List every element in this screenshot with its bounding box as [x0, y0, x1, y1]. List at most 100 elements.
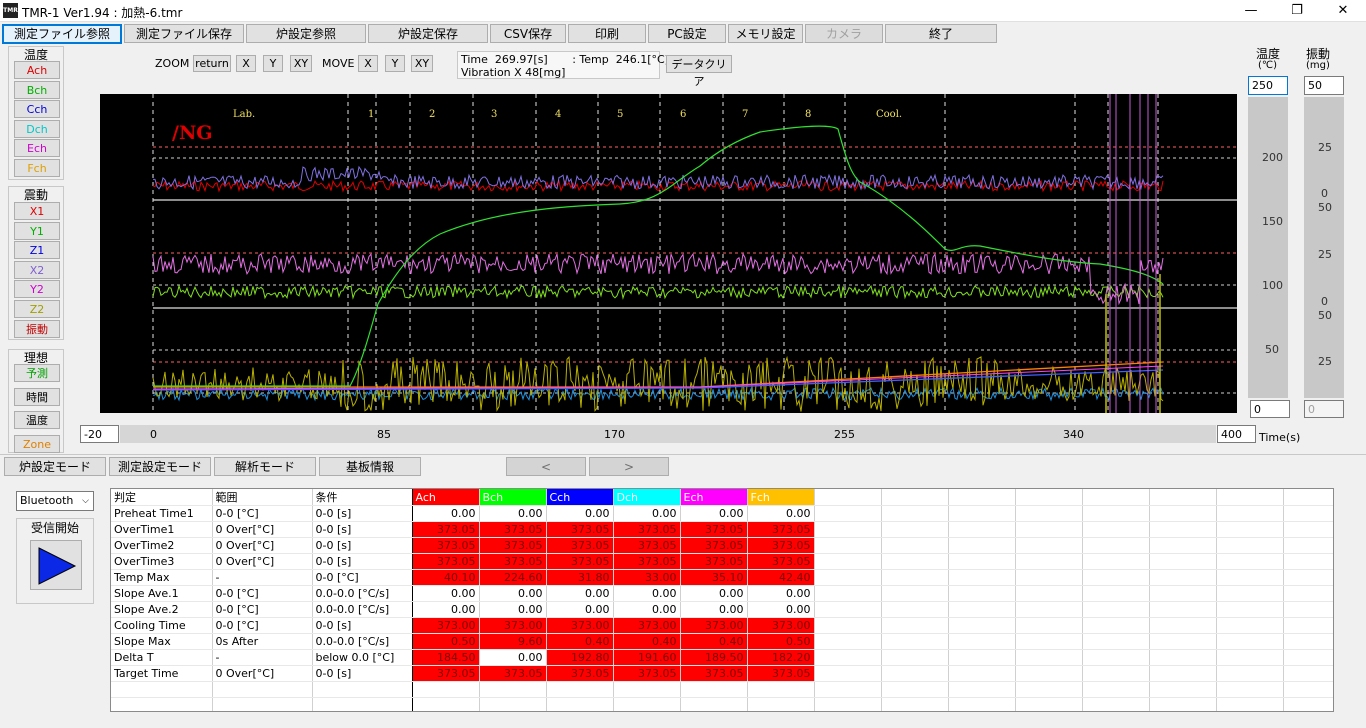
receive-start-button[interactable]	[30, 540, 82, 590]
vib-channel-z1-button[interactable]: Z1	[14, 241, 60, 260]
vib-channel-z2-button[interactable]: Z2	[14, 300, 60, 318]
vib-channel-振動-button[interactable]: 振動	[14, 319, 60, 338]
value-cell: 373.00	[747, 617, 815, 634]
table-row[interactable]: OverTime3 0 Over[°C] 0-0 [s] 373.05 373.05 37…	[111, 553, 1333, 570]
exit-button[interactable]: 終了	[885, 24, 997, 43]
value-cell: 0.40	[546, 633, 614, 650]
memory-settings-button[interactable]: メモリ設定	[728, 24, 803, 43]
vib-tick: 25	[1318, 141, 1332, 154]
empty-cell	[1082, 649, 1150, 666]
cursor-readout: Time 269.97[s] : Temp 246.1[°C] Vibratio…	[457, 51, 669, 79]
zone-label: Lab.	[233, 109, 256, 120]
results-table[interactable]: 判定 範囲 条件 Ach Bch Cch Dch Ech Fch Preheat Time1 0-…	[110, 488, 1334, 712]
temp-channel-cch-button[interactable]: Cch	[14, 100, 60, 119]
value-cell: 33.00	[613, 569, 681, 586]
ideal-予測-button[interactable]: 予測	[14, 364, 60, 382]
maximize-button[interactable]: ❐	[1274, 0, 1320, 22]
tab-board-info[interactable]: 基板情報	[319, 457, 421, 476]
value-cell: 0.00	[412, 601, 480, 618]
pc-settings-button[interactable]: PC設定	[648, 24, 726, 43]
next-page-button[interactable]: >	[589, 457, 669, 476]
vib-channel-x1-button[interactable]: X1	[14, 202, 60, 220]
empty-cell	[948, 617, 1016, 634]
vibration-trace-x2	[153, 165, 1164, 191]
zoom-y-button[interactable]: Y	[263, 55, 283, 72]
value-cell: 373.05	[546, 553, 614, 570]
x-min-input[interactable]: -20	[80, 425, 119, 443]
vib-tick: 50	[1318, 201, 1332, 214]
ideal-時間-button[interactable]: 時間	[14, 387, 60, 406]
row-cond: 0-0 [s]	[312, 617, 413, 634]
table-row[interactable]: Delta T - below 0.0 [°C] 184.50 0.00 192.80 19…	[111, 649, 1333, 666]
vib-min-input[interactable]: 0	[1304, 400, 1344, 418]
empty-cell	[1015, 505, 1083, 522]
vib-channel-x2-button[interactable]: X2	[14, 260, 60, 279]
zone-label: 5	[617, 109, 624, 120]
table-row[interactable]: Preheat Time1 0-0 [°C] 0-0 [s] 0.00 0.00 0.00…	[111, 505, 1333, 522]
ideal-zone-button[interactable]: Zone	[14, 434, 60, 453]
temp-channel-ech-button[interactable]: Ech	[14, 139, 60, 158]
empty-cell	[1149, 521, 1217, 538]
camera-button[interactable]: カメラ	[805, 24, 883, 43]
x-axis-bar	[120, 425, 1216, 443]
window-title: TMR-1 Ver1.94 : 加熱-6.tmr	[22, 6, 183, 20]
x-max-input[interactable]: 400	[1217, 425, 1256, 443]
value-cell: 191.60	[613, 649, 681, 666]
empty-cell	[1149, 553, 1217, 570]
zone-label: Cool.	[876, 109, 903, 120]
tab-measurement-settings-mode[interactable]: 測定設定モード	[109, 457, 211, 476]
table-row[interactable]: Slope Ave.2 0-0 [°C] 0.0-0.0 [°C/s] 0.00 0.0…	[111, 601, 1333, 618]
save-oven-settings-button[interactable]: 炉設定保存	[368, 24, 488, 43]
row-range: 0 Over[°C]	[212, 665, 313, 682]
vib-channel-y2-button[interactable]: Y2	[14, 280, 60, 299]
temp-min-input[interactable]: 0	[1250, 400, 1290, 418]
table-row[interactable]: Target Time 0 Over[°C] 0-0 [s] 373.05 373.05…	[111, 665, 1333, 682]
empty-cell	[1216, 505, 1284, 522]
tab-analysis-mode[interactable]: 解析モード	[214, 457, 316, 476]
row-name: Slope Ave.1	[111, 585, 213, 602]
table-row[interactable]: Temp Max -0-0 [°C] 40.10 224.60 31.80 33.00 35…	[111, 569, 1333, 586]
close-button[interactable]: ✕	[1320, 0, 1366, 22]
empty-cell	[1149, 585, 1217, 602]
empty-cell	[881, 569, 949, 586]
empty-cell	[814, 697, 882, 711]
empty-cell	[948, 633, 1016, 650]
zoom-return-button[interactable]: return	[193, 55, 231, 72]
table-row[interactable]: Slope Max 0s After 0.0-0.0 [°C/s] 0.50 9.60 0…	[111, 633, 1333, 650]
print-button[interactable]: 印刷	[568, 24, 646, 43]
vib-max-input[interactable]: 50	[1304, 76, 1344, 95]
empty-cell	[1149, 537, 1217, 554]
signal-plot[interactable]: /NG Lab. 1 2 3 4 5 6 7 8 Cool.	[100, 94, 1237, 413]
move-x-button[interactable]: X	[358, 55, 378, 72]
empty-cell	[881, 601, 949, 618]
csv-save-button[interactable]: CSV保存	[490, 24, 566, 43]
move-xy-button[interactable]: XY	[411, 55, 433, 72]
vib-channel-y1-button[interactable]: Y1	[14, 221, 60, 240]
data-clear-button[interactable]: データクリア	[666, 55, 732, 88]
empty-cell	[948, 697, 1016, 711]
row-range: -	[212, 569, 313, 586]
temp-max-input[interactable]: 250	[1248, 76, 1288, 95]
tab-oven-settings-mode[interactable]: 炉設定モード	[4, 457, 106, 476]
table-row[interactable]: Slope Ave.1 0-0 [°C] 0.0-0.0 [°C/s] 0.00 0.0…	[111, 585, 1333, 602]
temp-channel-bch-button[interactable]: Bch	[14, 80, 60, 99]
empty-cell	[747, 697, 815, 711]
connection-select[interactable]: Bluetooth ⌵	[16, 491, 94, 511]
value-cell: 373.05	[479, 521, 547, 538]
temp-channel-fch-button[interactable]: Fch	[14, 159, 60, 177]
table-row[interactable]: OverTime1 0 Over[°C] 0-0 [s] 373.05 373.05 37…	[111, 521, 1333, 538]
open-measurement-file-button[interactable]: 測定ファイル参照	[2, 24, 122, 44]
table-row[interactable]: OverTime2 0 Over[°C] 0-0 [s] 373.05 373.05 37…	[111, 537, 1333, 554]
prev-page-button[interactable]: <	[506, 457, 586, 476]
zoom-xy-button[interactable]: XY	[290, 55, 312, 72]
table-row[interactable]: Cooling Time 0-0 [°C] 0-0 [s] 373.00 373.00 3…	[111, 617, 1333, 634]
minimize-button[interactable]: —	[1228, 0, 1274, 22]
temp-channel-ach-button[interactable]: Ach	[14, 61, 60, 79]
move-y-button[interactable]: Y	[385, 55, 405, 72]
temp-channel-dch-button[interactable]: Dch	[14, 119, 60, 138]
save-measurement-file-button[interactable]: 測定ファイル保存	[124, 24, 244, 43]
table-row	[111, 697, 1333, 711]
zoom-x-button[interactable]: X	[236, 55, 256, 72]
open-oven-settings-button[interactable]: 炉設定参照	[246, 24, 366, 43]
ideal-温度-button[interactable]: 温度	[14, 411, 60, 429]
